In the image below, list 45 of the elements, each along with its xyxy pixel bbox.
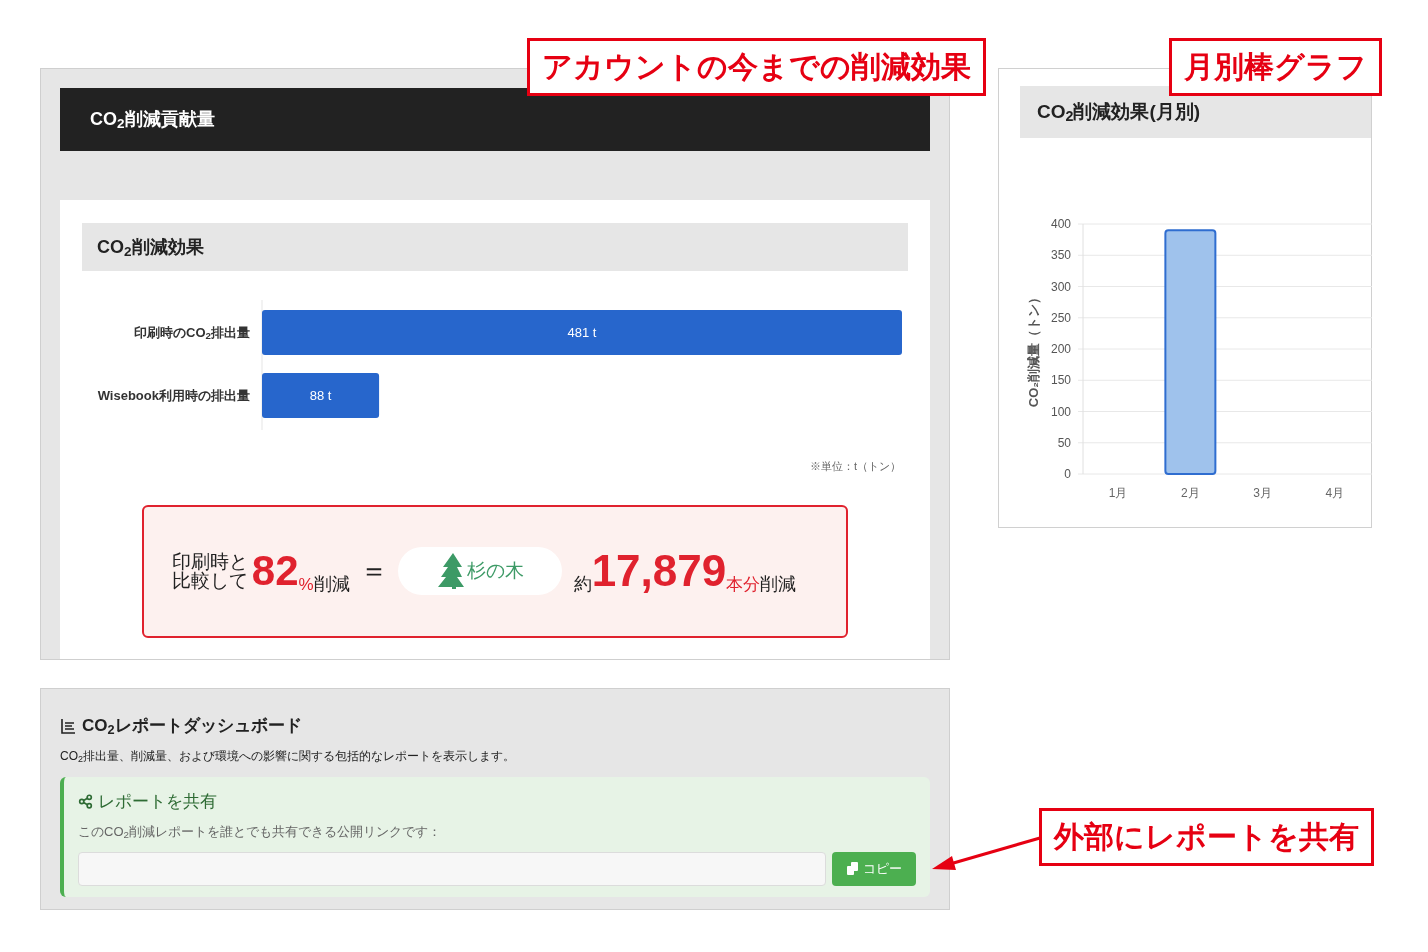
equals-sign: ＝	[359, 554, 388, 588]
y-tick-label: 350	[1050, 248, 1071, 263]
bar-label: 印刷時のCO$_{2}$排出量	[134, 323, 250, 343]
tree-count: 17,879	[591, 549, 727, 593]
y-axis-label: CO₂削減量（トン）	[1026, 290, 1041, 408]
y-tick-label: 300	[1050, 279, 1071, 294]
comparison-text: 印刷時と比較して	[172, 552, 249, 590]
callout-label: アカウントの今までの削減効果	[527, 38, 986, 96]
percent-unit: %	[298, 575, 314, 596]
chart-list-icon	[60, 717, 76, 734]
y-tick-label: 50	[1057, 435, 1071, 450]
reduction-text: 削減	[760, 572, 797, 596]
share-description: このCO$_{2}$削減レポートを誰とでも共有できる公開リンクです：	[78, 823, 442, 842]
link-field[interactable]	[78, 851, 827, 886]
share-icon	[78, 793, 93, 809]
x-tick-label: 2月	[1181, 486, 1200, 500]
y-tick-label: 0	[1064, 467, 1071, 481]
percent-value: 82	[251, 550, 299, 592]
reduction-text: 削減	[313, 572, 350, 596]
y-tick-label: 400	[1050, 217, 1071, 231]
unit-note: ※単位：t（トン）	[809, 459, 901, 474]
report-title: CO$_{2}$レポートダッシュボード	[82, 715, 302, 739]
card-title: CO$_{2}$削減効果	[97, 235, 204, 261]
y-tick-label: 250	[1050, 310, 1071, 325]
report-description: CO$_{2}$排出量、削減量、および環境への影響に関する包括的なレポートを表示します。	[60, 747, 516, 765]
bar-label: Wisebook利用時の排出量	[97, 386, 250, 405]
copy-button[interactable]: コピー	[832, 851, 916, 886]
x-tick-label: 3月	[1253, 486, 1272, 500]
y-tick-label: 150	[1050, 373, 1071, 388]
callout-label: 月別棒グラフ	[1169, 38, 1382, 96]
callout-label: 外部にレポートを共有	[1039, 808, 1374, 866]
trees-icon	[435, 553, 466, 589]
share-title: レポートを共有	[98, 790, 217, 813]
x-tick-label: 1月	[1108, 486, 1128, 500]
y-tick-label: 100	[1050, 404, 1071, 419]
tree-label: 杉の木	[467, 558, 525, 583]
card-title: CO$_{2}$削減効果(月別)	[1037, 99, 1201, 127]
y-tick-label: 200	[1050, 342, 1071, 356]
copy-icon	[846, 862, 859, 875]
count-unit: 本分	[726, 575, 761, 596]
x-tick-label: 4月	[1325, 486, 1345, 500]
bar-value-label: 481 t	[567, 325, 597, 340]
approx-text: 約	[573, 572, 592, 596]
panel-title: CO$_{2}$削減貢献量	[90, 108, 215, 133]
bar-value-label: 88 t	[309, 388, 332, 403]
